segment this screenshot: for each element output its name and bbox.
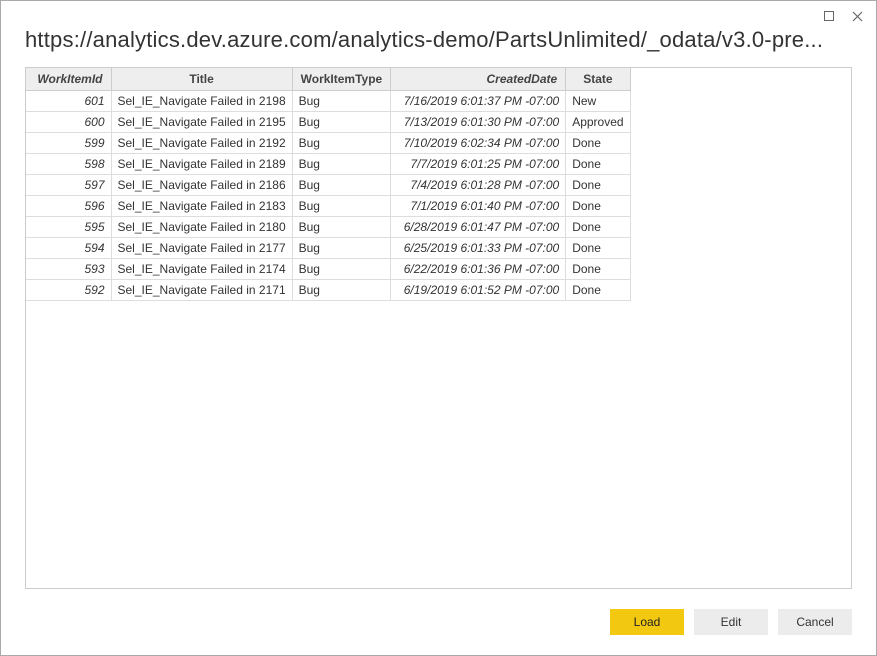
cell-workitemtype: Bug bbox=[292, 133, 391, 154]
cell-title: Sel_IE_Navigate Failed in 2195 bbox=[111, 112, 292, 133]
cell-state: New bbox=[566, 91, 630, 112]
col-header-createddate[interactable]: CreatedDate bbox=[391, 68, 566, 91]
close-icon[interactable] bbox=[848, 7, 866, 25]
cell-workitemtype: Bug bbox=[292, 154, 391, 175]
cell-title: Sel_IE_Navigate Failed in 2183 bbox=[111, 196, 292, 217]
col-header-workitemid[interactable]: WorkItemId bbox=[26, 68, 111, 91]
cell-createddate: 7/13/2019 6:01:30 PM -07:00 bbox=[391, 112, 566, 133]
cell-title: Sel_IE_Navigate Failed in 2198 bbox=[111, 91, 292, 112]
cell-createddate: 7/10/2019 6:02:34 PM -07:00 bbox=[391, 133, 566, 154]
cell-workitemtype: Bug bbox=[292, 175, 391, 196]
cell-workitemid: 599 bbox=[26, 133, 111, 154]
cell-title: Sel_IE_Navigate Failed in 2180 bbox=[111, 217, 292, 238]
page-title: https://analytics.dev.azure.com/analytic… bbox=[1, 25, 876, 67]
cell-createddate: 7/7/2019 6:01:25 PM -07:00 bbox=[391, 154, 566, 175]
col-header-workitemtype[interactable]: WorkItemType bbox=[292, 68, 391, 91]
cell-workitemid: 601 bbox=[26, 91, 111, 112]
table-row[interactable]: 596Sel_IE_Navigate Failed in 2183Bug7/1/… bbox=[26, 196, 630, 217]
cell-state: Done bbox=[566, 175, 630, 196]
cell-state: Approved bbox=[566, 112, 630, 133]
cancel-button[interactable]: Cancel bbox=[778, 609, 852, 635]
cell-workitemtype: Bug bbox=[292, 217, 391, 238]
window-titlebar bbox=[1, 1, 876, 25]
cell-title: Sel_IE_Navigate Failed in 2174 bbox=[111, 259, 292, 280]
cell-workitemid: 596 bbox=[26, 196, 111, 217]
cell-createddate: 7/16/2019 6:01:37 PM -07:00 bbox=[391, 91, 566, 112]
table-row[interactable]: 592Sel_IE_Navigate Failed in 2171Bug6/19… bbox=[26, 280, 630, 301]
cell-workitemid: 595 bbox=[26, 217, 111, 238]
cell-title: Sel_IE_Navigate Failed in 2177 bbox=[111, 238, 292, 259]
cell-workitemid: 593 bbox=[26, 259, 111, 280]
cell-workitemtype: Bug bbox=[292, 112, 391, 133]
edit-button[interactable]: Edit bbox=[694, 609, 768, 635]
cell-state: Done bbox=[566, 133, 630, 154]
cell-createddate: 7/4/2019 6:01:28 PM -07:00 bbox=[391, 175, 566, 196]
cell-workitemid: 592 bbox=[26, 280, 111, 301]
cell-state: Done bbox=[566, 280, 630, 301]
cell-workitemtype: Bug bbox=[292, 280, 391, 301]
cell-workitemtype: Bug bbox=[292, 91, 391, 112]
dialog-footer: Load Edit Cancel bbox=[1, 599, 876, 655]
table-row[interactable]: 597Sel_IE_Navigate Failed in 2186Bug7/4/… bbox=[26, 175, 630, 196]
cell-createddate: 7/1/2019 6:01:40 PM -07:00 bbox=[391, 196, 566, 217]
cell-workitemtype: Bug bbox=[292, 238, 391, 259]
cell-createddate: 6/19/2019 6:01:52 PM -07:00 bbox=[391, 280, 566, 301]
cell-state: Done bbox=[566, 154, 630, 175]
cell-workitemid: 594 bbox=[26, 238, 111, 259]
maximize-icon[interactable] bbox=[820, 7, 838, 25]
col-header-title[interactable]: Title bbox=[111, 68, 292, 91]
table-row[interactable]: 599Sel_IE_Navigate Failed in 2192Bug7/10… bbox=[26, 133, 630, 154]
cell-state: Done bbox=[566, 238, 630, 259]
cell-createddate: 6/28/2019 6:01:47 PM -07:00 bbox=[391, 217, 566, 238]
table-row[interactable]: 598Sel_IE_Navigate Failed in 2189Bug7/7/… bbox=[26, 154, 630, 175]
cell-title: Sel_IE_Navigate Failed in 2186 bbox=[111, 175, 292, 196]
data-table: WorkItemId Title WorkItemType CreatedDat… bbox=[26, 68, 631, 301]
cell-title: Sel_IE_Navigate Failed in 2189 bbox=[111, 154, 292, 175]
cell-title: Sel_IE_Navigate Failed in 2171 bbox=[111, 280, 292, 301]
cell-workitemid: 598 bbox=[26, 154, 111, 175]
cell-state: Done bbox=[566, 217, 630, 238]
cell-createddate: 6/22/2019 6:01:36 PM -07:00 bbox=[391, 259, 566, 280]
cell-workitemtype: Bug bbox=[292, 196, 391, 217]
cell-title: Sel_IE_Navigate Failed in 2192 bbox=[111, 133, 292, 154]
data-preview-pane: WorkItemId Title WorkItemType CreatedDat… bbox=[25, 67, 852, 589]
cell-state: Done bbox=[566, 259, 630, 280]
load-button[interactable]: Load bbox=[610, 609, 684, 635]
table-row[interactable]: 595Sel_IE_Navigate Failed in 2180Bug6/28… bbox=[26, 217, 630, 238]
table-row[interactable]: 594Sel_IE_Navigate Failed in 2177Bug6/25… bbox=[26, 238, 630, 259]
cell-workitemtype: Bug bbox=[292, 259, 391, 280]
cell-workitemid: 597 bbox=[26, 175, 111, 196]
col-header-state[interactable]: State bbox=[566, 68, 630, 91]
table-row[interactable]: 600Sel_IE_Navigate Failed in 2195Bug7/13… bbox=[26, 112, 630, 133]
cell-createddate: 6/25/2019 6:01:33 PM -07:00 bbox=[391, 238, 566, 259]
table-row[interactable]: 593Sel_IE_Navigate Failed in 2174Bug6/22… bbox=[26, 259, 630, 280]
cell-state: Done bbox=[566, 196, 630, 217]
cell-workitemid: 600 bbox=[26, 112, 111, 133]
table-row[interactable]: 601Sel_IE_Navigate Failed in 2198Bug7/16… bbox=[26, 91, 630, 112]
table-header-row: WorkItemId Title WorkItemType CreatedDat… bbox=[26, 68, 630, 91]
